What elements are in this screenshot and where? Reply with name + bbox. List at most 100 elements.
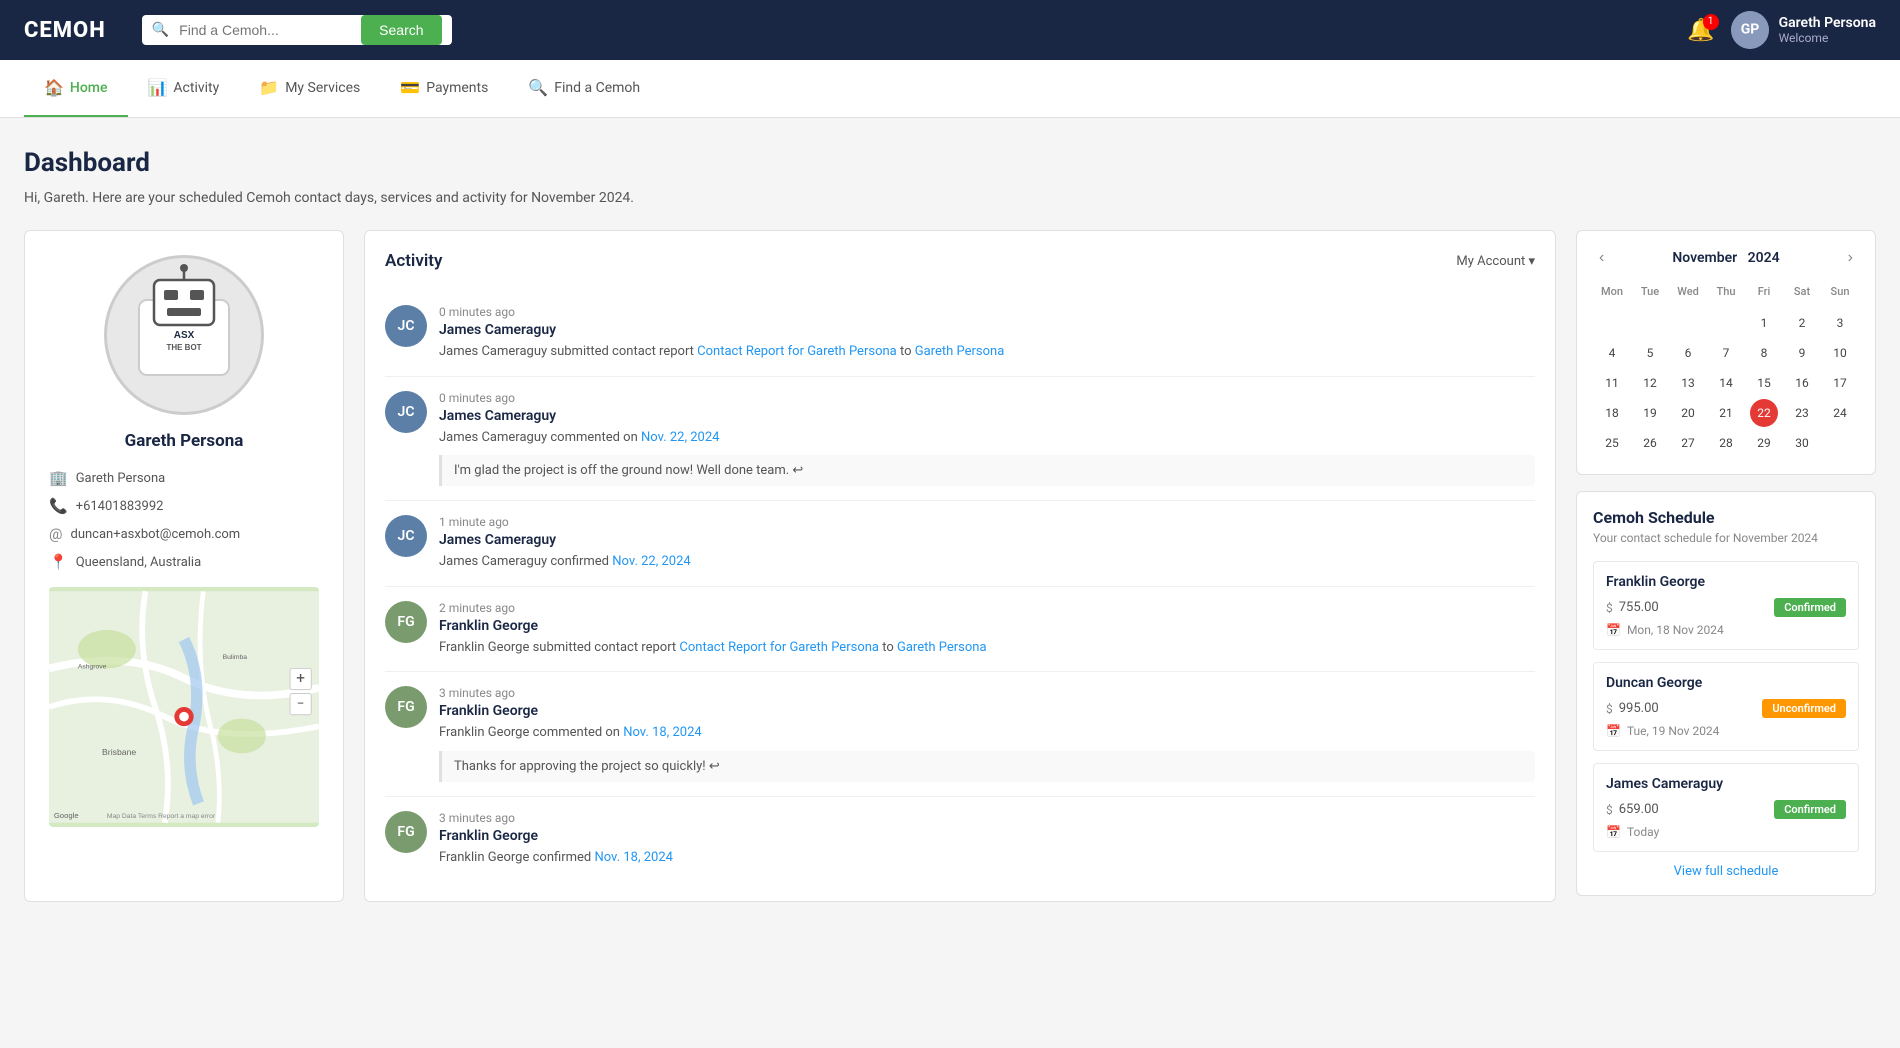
activity-link[interactable]: Nov. 18, 2024	[594, 850, 672, 865]
calendar-day-label: Tue	[1631, 281, 1669, 302]
my-account-button[interactable]: My Account ▾	[1456, 254, 1535, 269]
header-right: 🔔 1 GP Gareth Persona Welcome	[1687, 11, 1876, 49]
activity-content: 2 minutes ago Franklin George Franklin G…	[439, 601, 1535, 658]
calendar-cell[interactable]: 30	[1788, 429, 1816, 457]
calendar-cell[interactable]: 28	[1712, 429, 1740, 457]
view-schedule-link[interactable]: View full schedule	[1593, 864, 1859, 879]
user-menu[interactable]: GP Gareth Persona Welcome	[1731, 11, 1876, 49]
svg-text:Brisbane: Brisbane	[102, 747, 136, 757]
calendar-cell[interactable]: 12	[1636, 369, 1664, 397]
calendar-cell[interactable]: 8	[1750, 339, 1778, 367]
activity-link[interactable]: Nov. 22, 2024	[612, 554, 690, 569]
calendar-cell[interactable]: 23	[1788, 399, 1816, 427]
calendar-cell[interactable]: 4	[1598, 339, 1626, 367]
profile-location-row: 📍 Queensland, Australia	[49, 553, 319, 571]
activity-link[interactable]: Gareth Persona	[915, 344, 1005, 359]
profile-email: duncan+asxbot@cemoh.com	[70, 527, 240, 542]
right-panel: ‹ November 2024 › MonTueWedThuFriSatSun1…	[1576, 230, 1876, 902]
calendar-cell[interactable]: 21	[1712, 399, 1740, 427]
activity-text: James Cameraguy submitted contact report…	[439, 342, 1535, 362]
calendar-cell[interactable]: 1	[1750, 309, 1778, 337]
nav-activity[interactable]: 📊 Activity	[128, 60, 240, 117]
dollar-icon: $	[1606, 803, 1613, 817]
nav: 🏠 Home 📊 Activity 📁 My Services 💳 Paymen…	[0, 60, 1900, 118]
location-icon: 📍	[49, 553, 68, 571]
calendar-cell[interactable]: 25	[1598, 429, 1626, 457]
calendar-cell[interactable]: 24	[1826, 399, 1854, 427]
schedule-date: 📅 Today	[1606, 825, 1846, 839]
schedule-person: Duncan George	[1606, 675, 1846, 691]
calendar-cell[interactable]: 5	[1636, 339, 1664, 367]
calendar-next-button[interactable]: ›	[1842, 247, 1859, 269]
activity-person: Franklin George	[439, 828, 1535, 844]
user-name: Gareth Persona	[1779, 15, 1876, 31]
page-subtitle: Hi, Gareth. Here are your scheduled Cemo…	[24, 190, 1876, 206]
calendar-cell[interactable]: 6	[1674, 339, 1702, 367]
activity-content: 0 minutes ago James Cameraguy James Came…	[439, 305, 1535, 362]
calendar-cell[interactable]: 14	[1712, 369, 1740, 397]
dollar-icon: $	[1606, 601, 1613, 615]
calendar-cell	[1636, 309, 1664, 337]
calendar-day-label: Mon	[1593, 281, 1631, 302]
activity-time: 1 minute ago	[439, 515, 1535, 529]
calendar-month-year: November 2024	[1672, 250, 1779, 266]
calendar-cell[interactable]: 19	[1636, 399, 1664, 427]
nav-payments[interactable]: 💳 Payments	[380, 60, 508, 117]
calendar-cell[interactable]: 3	[1826, 309, 1854, 337]
nav-home[interactable]: 🏠 Home	[24, 60, 128, 117]
avatar: GP	[1731, 11, 1769, 49]
calendar-cell[interactable]: 29	[1750, 429, 1778, 457]
schedule-status-badge: Unconfirmed	[1762, 699, 1846, 718]
calendar-cell[interactable]: 7	[1712, 339, 1740, 367]
activity-item: FG 3 minutes ago Franklin George Frankli…	[385, 672, 1535, 797]
search-button[interactable]: Search	[361, 15, 441, 45]
activity-text: Franklin George confirmed Nov. 18, 2024	[439, 848, 1535, 868]
search-input[interactable]	[175, 16, 355, 44]
calendar-cell	[1674, 309, 1702, 337]
calendar-cell[interactable]: 17	[1826, 369, 1854, 397]
nav-home-label: Home	[70, 80, 108, 96]
activity-link[interactable]: Contact Report for Gareth Persona	[679, 640, 879, 655]
activity-link[interactable]: Nov. 18, 2024	[623, 725, 701, 740]
activity-avatar: JC	[385, 391, 427, 433]
calendar-cell	[1826, 429, 1854, 457]
calendar-cell[interactable]: 15	[1750, 369, 1778, 397]
calendar-grid: MonTueWedThuFriSatSun1234567891011121314…	[1593, 281, 1859, 458]
schedule-amount: $ 995.00	[1606, 701, 1659, 716]
calendar-cell[interactable]: 26	[1636, 429, 1664, 457]
schedule-item: Duncan George $ 995.00 Unconfirmed 📅 Tue…	[1593, 662, 1859, 751]
calendar-cell[interactable]: 9	[1788, 339, 1816, 367]
svg-text:THE BOT: THE BOT	[166, 343, 201, 352]
calendar-cell[interactable]: 10	[1826, 339, 1854, 367]
profile-phone: +61401883992	[76, 499, 164, 514]
activity-content: 0 minutes ago James Cameraguy James Came…	[439, 391, 1535, 487]
calendar-header: ‹ November 2024 ›	[1593, 247, 1859, 269]
calendar-panel: ‹ November 2024 › MonTueWedThuFriSatSun1…	[1576, 230, 1876, 475]
calendar-cell[interactable]: 16	[1788, 369, 1816, 397]
activity-content: 1 minute ago James Cameraguy James Camer…	[439, 515, 1535, 572]
activity-time: 3 minutes ago	[439, 686, 1535, 700]
profile-panel: ASX THE BOT Gareth Persona 🏢 Gareth Pers…	[24, 230, 344, 902]
calendar-year: 2024	[1748, 250, 1780, 266]
calendar-prev-button[interactable]: ‹	[1593, 247, 1610, 269]
nav-my-services-label: My Services	[285, 80, 360, 96]
nav-my-services[interactable]: 📁 My Services	[239, 60, 380, 117]
activity-link[interactable]: Gareth Persona	[897, 640, 987, 655]
calendar-cell[interactable]: 2	[1788, 309, 1816, 337]
calendar-cell[interactable]: 13	[1674, 369, 1702, 397]
calendar-cell[interactable]: 11	[1598, 369, 1626, 397]
user-welcome: Welcome	[1779, 31, 1876, 45]
calendar-cell[interactable]: 22	[1750, 399, 1778, 427]
calendar-cell[interactable]: 20	[1674, 399, 1702, 427]
calendar-cell[interactable]: 18	[1598, 399, 1626, 427]
calendar-cell[interactable]: 27	[1674, 429, 1702, 457]
map-area[interactable]: Brisbane Ashgrove Bulimba + − Google Map…	[49, 587, 319, 827]
profile-avatar: ASX THE BOT	[104, 255, 264, 415]
building-icon: 🏢	[49, 469, 68, 487]
notification-bell[interactable]: 🔔 1	[1687, 18, 1714, 43]
nav-find-cemoh[interactable]: 🔍 Find a Cemoh	[508, 60, 660, 117]
activity-avatar: JC	[385, 515, 427, 557]
svg-text:Google: Google	[54, 811, 79, 820]
activity-link[interactable]: Nov. 22, 2024	[641, 430, 719, 445]
activity-link[interactable]: Contact Report for Gareth Persona	[697, 344, 897, 359]
